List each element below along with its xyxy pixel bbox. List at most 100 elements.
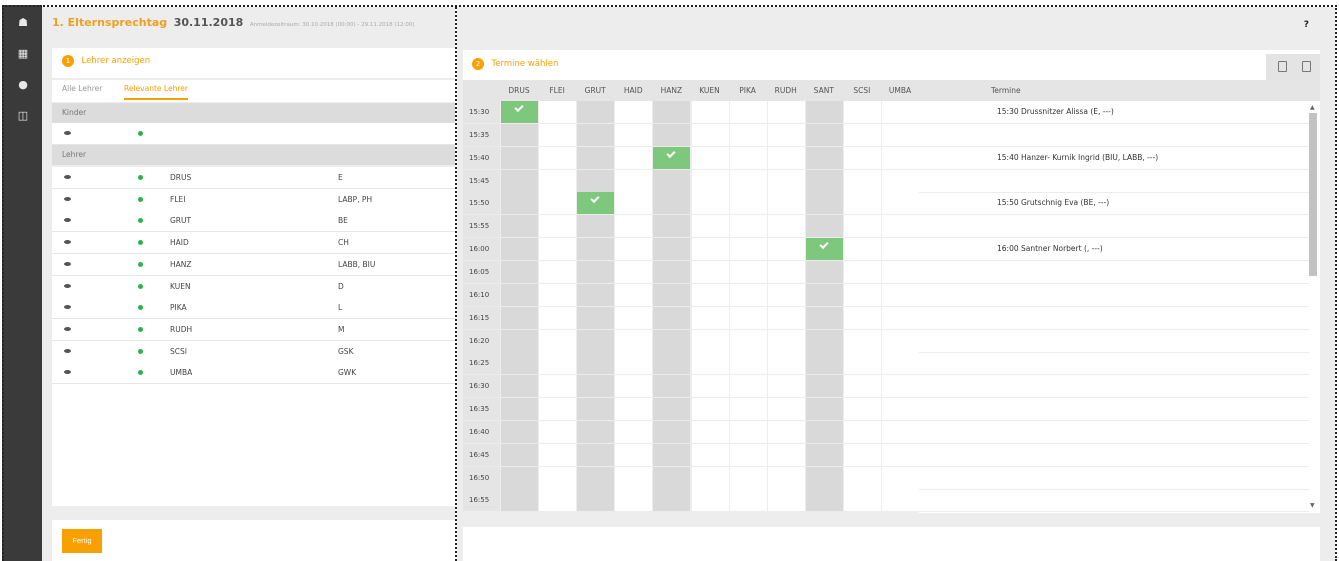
scroll-up-icon[interactable]: ▲ [1310, 104, 1315, 111]
time-slot[interactable] [577, 398, 615, 421]
teacher-row[interactable]: GRUT BE [52, 210, 455, 233]
time-slot[interactable] [653, 260, 691, 283]
time-slot[interactable] [653, 329, 691, 352]
teacher-row[interactable]: UMBA GWK [52, 362, 455, 385]
time-slot[interactable] [653, 192, 691, 215]
time-slot[interactable] [653, 420, 691, 443]
calendar-icon[interactable]: ▦ [16, 48, 30, 60]
time-slot[interactable] [501, 443, 538, 466]
time-slot[interactable] [501, 306, 538, 329]
eye-icon[interactable] [64, 261, 71, 266]
time-slot[interactable] [577, 146, 615, 169]
teacher-row[interactable]: DRUS E [52, 167, 455, 189]
time-slot[interactable] [653, 443, 691, 466]
eye-icon[interactable] [64, 218, 71, 223]
time-slot[interactable] [501, 329, 538, 352]
time-slot[interactable] [805, 375, 843, 398]
time-slot[interactable] [805, 420, 843, 443]
appointment-entry[interactable]: 15:30 Drussnitzer Alissa (E, ---) [997, 101, 1114, 123]
time-slot[interactable] [501, 146, 538, 169]
booked-slot[interactable] [653, 146, 691, 169]
time-slot[interactable] [577, 306, 615, 329]
time-slot[interactable] [805, 123, 843, 146]
time-slot[interactable] [501, 352, 538, 375]
done-button[interactable]: Fertig [62, 529, 102, 553]
eye-icon[interactable] [64, 370, 71, 375]
time-slot[interactable] [501, 192, 538, 215]
time-slot[interactable] [805, 398, 843, 421]
time-slot[interactable] [577, 489, 615, 512]
time-slot[interactable] [805, 489, 843, 512]
time-slot[interactable] [805, 352, 843, 375]
dashboard-icon[interactable]: ☗ [16, 17, 30, 29]
time-slot[interactable] [805, 466, 843, 489]
eye-icon[interactable] [64, 348, 71, 353]
time-slot[interactable] [577, 375, 615, 398]
time-slot[interactable] [805, 443, 843, 466]
time-slot[interactable] [577, 101, 615, 123]
time-slot[interactable] [501, 283, 538, 306]
teacher-row[interactable]: RUDH M [52, 318, 455, 341]
time-slot[interactable] [501, 375, 538, 398]
teacher-row[interactable]: PIKA L [52, 297, 455, 320]
appointment-entry[interactable]: 15:40 Hanzer- Kurnik Ingrid (BIU, LABB, … [997, 147, 1158, 169]
help-button[interactable]: ? [1304, 20, 1309, 30]
time-slot[interactable] [653, 123, 691, 146]
child-row[interactable] [52, 123, 455, 145]
time-slot[interactable] [653, 215, 691, 238]
booked-slot[interactable] [501, 101, 538, 123]
eye-icon[interactable] [64, 240, 71, 245]
time-slot[interactable] [577, 238, 615, 261]
eye-icon[interactable] [64, 283, 71, 288]
time-slot[interactable] [577, 215, 615, 238]
teacher-row[interactable]: HANZ LABB, BIU [52, 253, 455, 276]
eye-icon[interactable] [64, 131, 71, 135]
book-icon[interactable]: ◫ [16, 110, 30, 122]
time-slot[interactable] [501, 215, 538, 238]
time-slot[interactable] [805, 192, 843, 215]
time-slot[interactable] [501, 398, 538, 421]
time-slot[interactable] [501, 260, 538, 283]
print-icon[interactable] [1302, 61, 1311, 72]
time-slot[interactable] [577, 466, 615, 489]
time-slot[interactable] [653, 101, 691, 123]
tab-all-teachers[interactable]: Alle Lehrer [62, 84, 102, 98]
time-slot[interactable] [577, 329, 615, 352]
appointment-entry[interactable]: 16:00 Santner Norbert (, ---) [997, 238, 1103, 260]
time-slot[interactable] [805, 283, 843, 306]
time-slot[interactable] [501, 466, 538, 489]
time-slot[interactable] [805, 101, 843, 123]
teacher-row[interactable]: KUEN D [52, 275, 455, 298]
eye-icon[interactable] [64, 196, 71, 201]
tab-relevant-teachers[interactable]: Relevante Lehrer [124, 84, 188, 100]
time-slot[interactable] [577, 443, 615, 466]
time-slot[interactable] [577, 260, 615, 283]
time-slot[interactable] [805, 260, 843, 283]
time-slot[interactable] [577, 420, 615, 443]
time-slot[interactable] [653, 169, 691, 192]
time-slot[interactable] [577, 352, 615, 375]
booked-slot[interactable] [805, 238, 843, 261]
chat-icon[interactable]: ● [16, 79, 30, 91]
time-slot[interactable] [653, 238, 691, 261]
teacher-row[interactable]: FLEI LABP, PH [52, 188, 455, 211]
time-slot[interactable] [805, 146, 843, 169]
eye-icon[interactable] [64, 326, 71, 331]
time-slot[interactable] [653, 283, 691, 306]
pdf-icon[interactable] [1278, 61, 1287, 72]
booked-slot[interactable] [577, 192, 615, 215]
time-slot[interactable] [577, 123, 615, 146]
teacher-row[interactable]: SCSI GSK [52, 340, 455, 363]
scrollbar-thumb[interactable] [1309, 113, 1317, 276]
time-slot[interactable] [805, 169, 843, 192]
time-slot[interactable] [805, 215, 843, 238]
eye-icon[interactable] [64, 305, 71, 310]
time-slot[interactable] [653, 489, 691, 512]
time-slot[interactable] [653, 352, 691, 375]
time-slot[interactable] [653, 306, 691, 329]
time-slot[interactable] [501, 169, 538, 192]
appointment-entry[interactable]: 15:50 Grutschnig Eva (BE, ---) [997, 192, 1109, 214]
time-slot[interactable] [501, 238, 538, 261]
time-slot[interactable] [577, 283, 615, 306]
time-slot[interactable] [501, 489, 538, 512]
